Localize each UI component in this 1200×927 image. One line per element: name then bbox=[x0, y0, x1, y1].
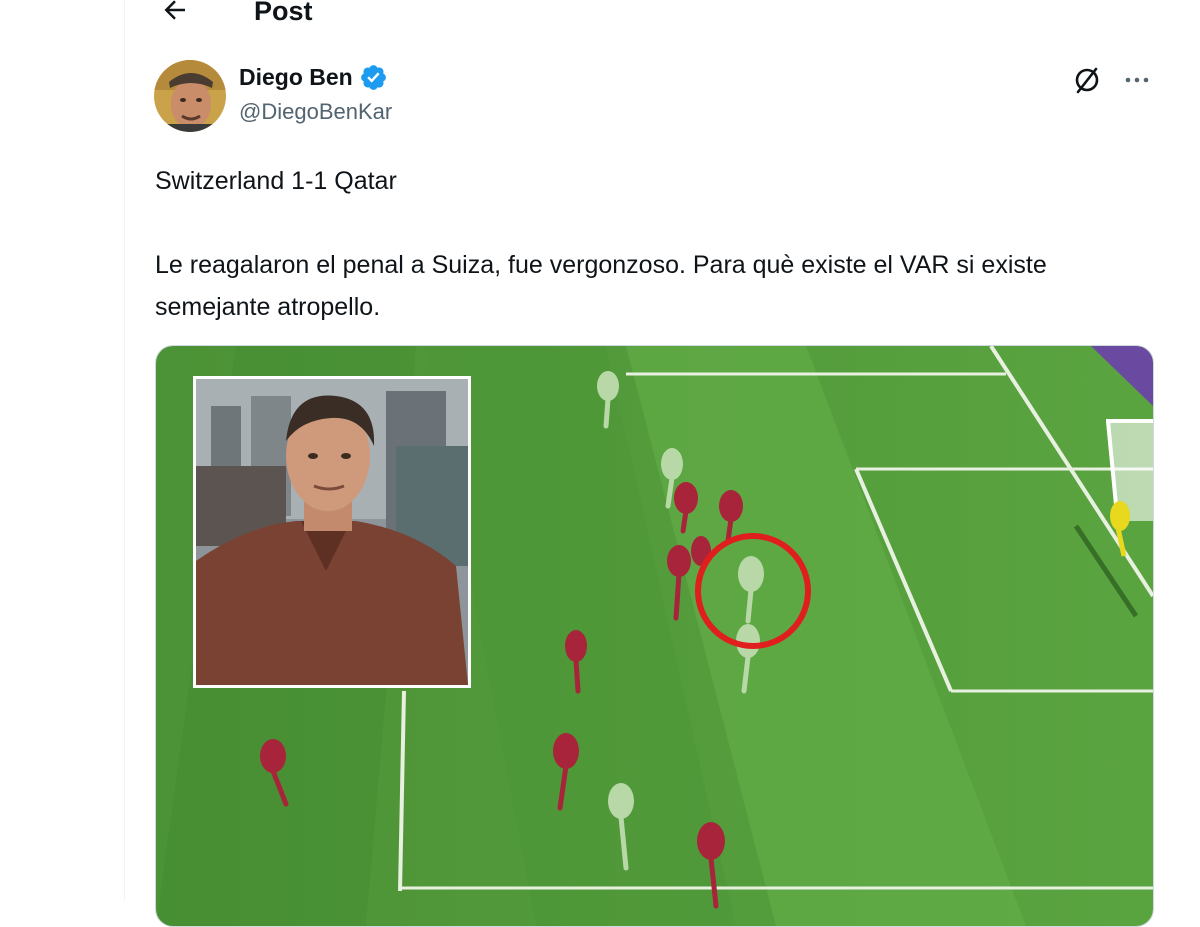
grok-button[interactable] bbox=[1069, 62, 1105, 98]
tweet-text: Switzerland 1-1 Qatar Le reagalaron el p… bbox=[155, 160, 1155, 328]
avatar-image bbox=[154, 60, 226, 132]
grok-icon bbox=[1075, 67, 1099, 94]
tweet-media-image[interactable] bbox=[155, 345, 1154, 927]
more-button[interactable] bbox=[1119, 62, 1155, 98]
avatar[interactable] bbox=[154, 60, 226, 132]
left-gutter bbox=[0, 0, 124, 900]
verified-badge-icon bbox=[360, 65, 386, 90]
page-title: Post bbox=[254, 0, 313, 26]
football-pitch-image bbox=[156, 346, 1153, 926]
author-handle[interactable]: @DiegoBenKar bbox=[239, 99, 392, 125]
arrow-left-icon bbox=[164, 0, 185, 20]
tweet-line-comment: Le reagalaron el penal a Suiza, fue verg… bbox=[155, 251, 1047, 321]
tweet-line-score: Switzerland 1-1 Qatar bbox=[155, 167, 397, 195]
author-display-name[interactable]: Diego Ben bbox=[239, 64, 353, 91]
author-name-row[interactable]: Diego Ben bbox=[239, 63, 388, 92]
more-horizontal-icon bbox=[1125, 77, 1149, 83]
post-header: Post bbox=[125, 0, 1200, 26]
pundit-inset-image bbox=[193, 376, 471, 688]
back-button[interactable] bbox=[155, 0, 195, 30]
post-column: Post Diego Ben @DiegoBenKar Switzerland … bbox=[124, 0, 1200, 927]
